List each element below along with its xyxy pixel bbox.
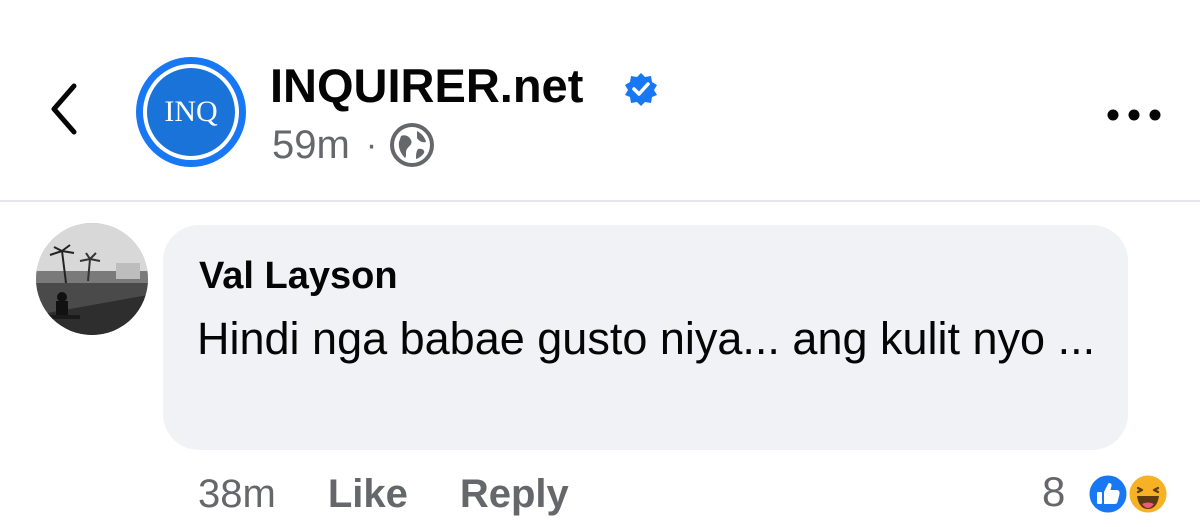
chevron-left-icon <box>51 83 77 135</box>
like-reaction-icon <box>1086 472 1130 516</box>
more-horizontal-icon <box>1107 109 1161 121</box>
back-button[interactable] <box>40 78 90 140</box>
avatar-photo <box>36 223 148 335</box>
commenter-avatar[interactable] <box>36 223 148 335</box>
page-name[interactable]: INQUIRER.net <box>270 58 583 114</box>
haha-reaction-icon <box>1126 472 1170 516</box>
globe-icon <box>390 123 435 167</box>
comment-author[interactable]: Val Layson <box>199 253 398 299</box>
page-avatar-ring: INQ <box>143 64 239 160</box>
comment-text: Hindi nga babae gusto niya... ang kulit … <box>197 313 1096 364</box>
meta-separator: · <box>365 126 378 164</box>
reply-button[interactable]: Reply <box>460 472 569 517</box>
comment-bubble[interactable]: Val Layson Hindi nga babae gusto niya...… <box>163 225 1128 450</box>
more-options-button[interactable] <box>1104 100 1164 130</box>
verified-badge-icon <box>625 73 657 106</box>
comment-actions: 38m Like Reply <box>198 466 621 522</box>
like-button[interactable]: Like <box>328 472 408 517</box>
post-meta: 59m · <box>272 120 435 170</box>
page-avatar[interactable]: INQ <box>136 57 246 167</box>
comment-time[interactable]: 38m <box>198 472 276 517</box>
reaction-count: 8 <box>1042 468 1066 515</box>
post-time[interactable]: 59m <box>272 120 350 170</box>
page-avatar-logo: INQ <box>147 68 235 156</box>
post-header: INQ INQUIRER.net 59m · <box>0 0 1200 200</box>
header-divider <box>0 200 1200 202</box>
